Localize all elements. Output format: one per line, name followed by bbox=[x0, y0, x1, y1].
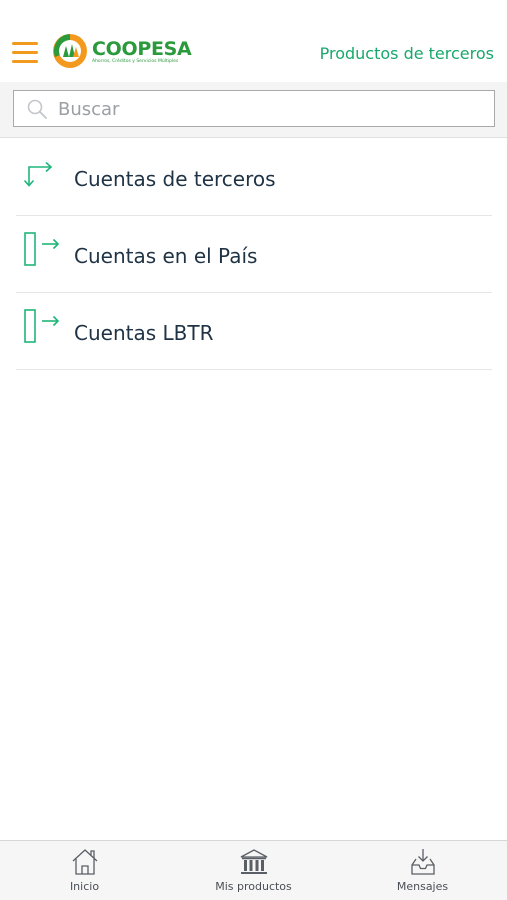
list-item-cuentas-de-terceros[interactable]: Cuentas de terceros bbox=[16, 139, 492, 216]
list-item-cuentas-lbtr[interactable]: Cuentas LBTR bbox=[16, 293, 492, 370]
transfer-arrows-icon bbox=[23, 161, 53, 187]
list-item-label: Cuentas en el País bbox=[74, 244, 258, 268]
list-item-cuentas-en-el-pais[interactable]: Cuentas en el País bbox=[16, 216, 492, 293]
list-item-label: Cuentas LBTR bbox=[74, 321, 214, 345]
search-bar bbox=[0, 82, 507, 138]
tab-label: Inicio bbox=[69, 880, 100, 893]
search-box[interactable] bbox=[13, 90, 495, 127]
page-title: Productos de terceros bbox=[319, 44, 494, 63]
tab-inicio[interactable]: Inicio bbox=[0, 841, 169, 900]
search-icon bbox=[27, 99, 47, 119]
bottom-tab-bar: Inicio Mis productos Mensajes bbox=[0, 840, 507, 900]
logo-tagline: Ahorros, Créditos y Servicios Múltiples bbox=[92, 59, 179, 64]
list-item-label: Cuentas de terceros bbox=[74, 167, 276, 191]
tab-label: Mensajes bbox=[396, 880, 449, 893]
tab-label: Mis productos bbox=[215, 880, 292, 893]
search-input[interactable] bbox=[58, 96, 478, 122]
tab-mis-productos[interactable]: Mis productos bbox=[169, 841, 338, 900]
third-party-accounts-list: Cuentas de terceros Cuentas en el País C… bbox=[0, 139, 507, 370]
account-transfer-icon bbox=[24, 309, 60, 343]
logo-wordmark: COOPESA bbox=[92, 38, 192, 60]
account-transfer-icon bbox=[24, 232, 60, 266]
coopesa-logo: COOPESA Ahorros, Créditos y Servicios Mú… bbox=[52, 31, 192, 73]
tab-mensajes[interactable]: Mensajes bbox=[338, 841, 507, 900]
bank-icon bbox=[240, 849, 267, 874]
coopesa-logo-mark-icon bbox=[53, 34, 87, 68]
app-header: COOPESA Ahorros, Créditos y Servicios Mú… bbox=[0, 0, 507, 82]
home-icon bbox=[72, 849, 97, 875]
hamburger-menu-icon[interactable] bbox=[12, 42, 38, 64]
inbox-icon bbox=[410, 849, 435, 875]
